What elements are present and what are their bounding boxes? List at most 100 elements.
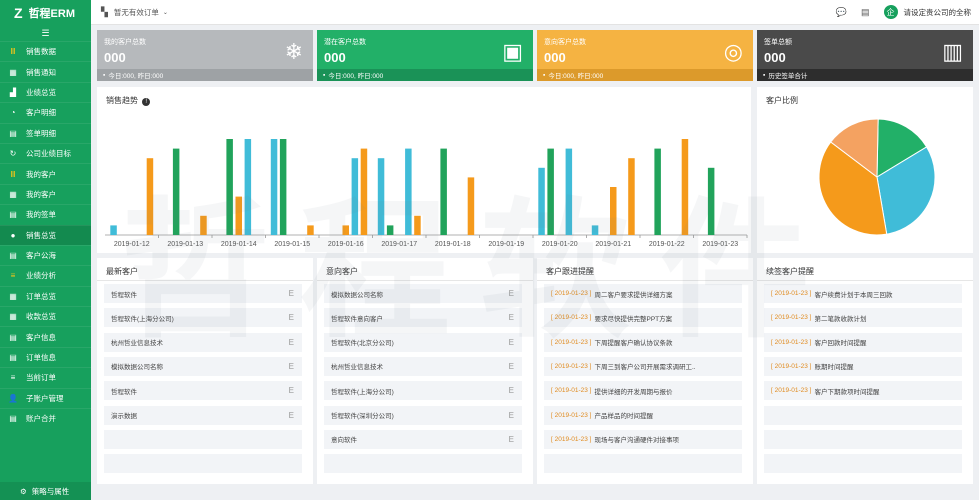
edit-icon[interactable]: E (509, 435, 514, 444)
list-item[interactable] (104, 429, 302, 449)
list-item[interactable]: [ 2019-01-23 ] 下周三到客户公司开展需求调研工.. (544, 356, 742, 376)
list-item[interactable]: [ 2019-01-23 ] 提供详细的开发周期与报价 (544, 381, 742, 401)
edit-icon[interactable]: E (509, 386, 514, 395)
list-item[interactable]: 杭州哲业信息技术 E (324, 356, 522, 376)
sidebar-item[interactable]: ↻ 公司业绩目标 (0, 142, 91, 163)
bar[interactable] (244, 139, 252, 235)
list-item[interactable]: 哲程软件(上海分公司) E (324, 381, 522, 401)
sidebar-item[interactable]: ▤ 账户合并 (0, 408, 91, 428)
list-item[interactable] (324, 454, 522, 474)
list-item[interactable]: [ 2019-01-23 ] 现场与客户沟通硬件对接事项 (544, 429, 742, 449)
sidebar-item[interactable]: ▤ 签单明细 (0, 122, 91, 143)
list-item[interactable] (544, 454, 742, 474)
sidebar-item[interactable]: ≡ 当前订单 (0, 367, 91, 387)
edit-icon[interactable]: E (509, 289, 514, 298)
sidebar-item[interactable]: ▦ 收款总览 (0, 306, 91, 326)
edit-icon[interactable]: E (509, 338, 514, 347)
bar[interactable] (235, 196, 243, 235)
list-item[interactable]: [ 2019-01-23 ] 产品样品的时间提醒 (544, 405, 742, 425)
list-item[interactable]: [ 2019-01-23 ] 下周提醒客户确认协议条款 (544, 332, 742, 352)
list-item[interactable] (764, 454, 962, 474)
sidebar-item[interactable]: ● 销售总览 (0, 224, 91, 245)
bar[interactable] (538, 167, 545, 235)
bar[interactable] (342, 225, 350, 235)
sidebar-item[interactable]: Ⅲ 我的客户 (0, 163, 91, 183)
message-icon[interactable]: 💬 (836, 7, 847, 18)
bar[interactable] (386, 225, 394, 235)
list-item[interactable]: [ 2019-01-23 ] 要求尽快提供完整PPT方案 (544, 308, 742, 328)
list-item[interactable]: 哲程软件 E (104, 381, 302, 401)
list-item[interactable]: 意向软件 E (324, 429, 522, 449)
bar[interactable] (377, 158, 385, 235)
list-item[interactable] (104, 454, 302, 474)
list-item[interactable]: 哲程软件(上海分公司) E (104, 308, 302, 328)
edit-icon[interactable]: E (509, 362, 514, 371)
bar[interactable] (565, 148, 573, 235)
order-notice-dropdown[interactable]: ▚ 暂无有效订单 ⌄ (91, 7, 168, 18)
sidebar-item[interactable]: Ⅲ 销售数据 (0, 41, 91, 61)
list-item[interactable] (764, 405, 962, 425)
stat-card[interactable]: 潜在客户总数 000 ▣ ▪ 今日:000, 昨日:000 (317, 30, 533, 81)
bar[interactable] (610, 187, 617, 235)
bar[interactable] (172, 148, 180, 235)
bar[interactable] (707, 167, 715, 235)
edit-icon[interactable]: E (289, 362, 294, 371)
sidebar-item[interactable]: ▟ 业绩总览 (0, 81, 91, 102)
list-item[interactable]: 哲程软件意向客户 E (324, 308, 522, 328)
avatar[interactable]: 企 (883, 5, 898, 19)
list-item[interactable] (764, 429, 962, 449)
edit-icon[interactable]: E (289, 386, 294, 395)
list-item[interactable]: [ 2019-01-23 ] 周二客户要求提供详细方案 (544, 284, 742, 303)
sidebar-item[interactable]: 👤 子账户管理 (0, 387, 91, 408)
sidebar-item[interactable]: ▤ 订单信息 (0, 346, 91, 367)
bar[interactable] (360, 148, 368, 235)
edit-icon[interactable]: E (289, 338, 294, 347)
sidebar-item[interactable]: ▦ 销售通知 (0, 61, 91, 81)
sidebar-item[interactable]: ≡ 业绩分析 (0, 265, 91, 285)
bar[interactable] (279, 139, 287, 235)
bar[interactable] (307, 225, 314, 235)
list-item[interactable]: 杭州哲业信息技术 E (104, 332, 302, 352)
document-icon[interactable]: ▤ (861, 7, 870, 18)
edit-icon[interactable]: E (289, 411, 294, 420)
bar[interactable] (405, 148, 412, 235)
bar[interactable] (414, 215, 421, 235)
sidebar-item[interactable]: ▤ 我的签单 (0, 204, 91, 224)
bar[interactable] (226, 139, 233, 235)
edit-icon[interactable]: E (509, 313, 514, 322)
sidebar-item[interactable]: ▤ 客户信息 (0, 326, 91, 346)
stat-card[interactable]: 意向客户总数 000 ◎ ▪ 今日:000, 昨日:000 (537, 30, 753, 81)
bar[interactable] (467, 177, 475, 235)
list-item[interactable]: 哲程软件 E (104, 284, 302, 303)
list-item[interactable]: 哲程软件(深圳分公司) E (324, 405, 522, 425)
bar[interactable] (591, 225, 599, 235)
edit-icon[interactable]: E (289, 289, 294, 298)
list-item[interactable]: 演示数据 E (104, 405, 302, 425)
list-item[interactable]: 模拟数据公司名称 E (104, 356, 302, 376)
list-item[interactable]: 模拟数据公司名称 E (324, 284, 522, 303)
sidebar-item[interactable]: ▤ 客户公海 (0, 244, 91, 265)
bar[interactable] (351, 158, 359, 235)
list-item[interactable]: [ 2019-01-23 ] 客户回款时间提醒 (764, 332, 962, 352)
bar[interactable] (200, 215, 207, 235)
company-name-link[interactable]: 请设定贵公司的全称 (904, 7, 972, 18)
bar[interactable] (110, 225, 117, 235)
list-item[interactable]: 哲程软件(北京分公司) E (324, 332, 522, 352)
edit-icon[interactable]: E (509, 411, 514, 420)
bar[interactable] (547, 148, 554, 235)
bar[interactable] (654, 148, 661, 235)
list-item[interactable]: [ 2019-01-23 ] 客户下期款项时间提醒 (764, 381, 962, 401)
sidebar-item[interactable]: ▦ 订单总览 (0, 285, 91, 306)
brand[interactable]: Z 哲程ERM (0, 0, 91, 25)
bar[interactable] (628, 158, 635, 235)
edit-icon[interactable]: E (289, 313, 294, 322)
list-item[interactable]: [ 2019-01-23 ] 账期时间提醒 (764, 356, 962, 376)
bar[interactable] (270, 139, 278, 235)
sidebar-item[interactable]: ▦ 我的客户 (0, 183, 91, 204)
stat-card[interactable]: 我的客户总数 000 ❄ ▪ 今日:000, 昨日:000 (97, 30, 313, 81)
sidebar-item[interactable]: ◔ 客户明细 (0, 102, 91, 122)
bar[interactable] (146, 158, 154, 235)
sidebar-collapse-toggle[interactable]: ☰ (0, 25, 91, 41)
list-item[interactable]: [ 2019-01-23 ] 第二笔款收款计划 (764, 308, 962, 328)
list-item[interactable]: [ 2019-01-23 ] 客户续费计划于本周三回款 (764, 284, 962, 303)
